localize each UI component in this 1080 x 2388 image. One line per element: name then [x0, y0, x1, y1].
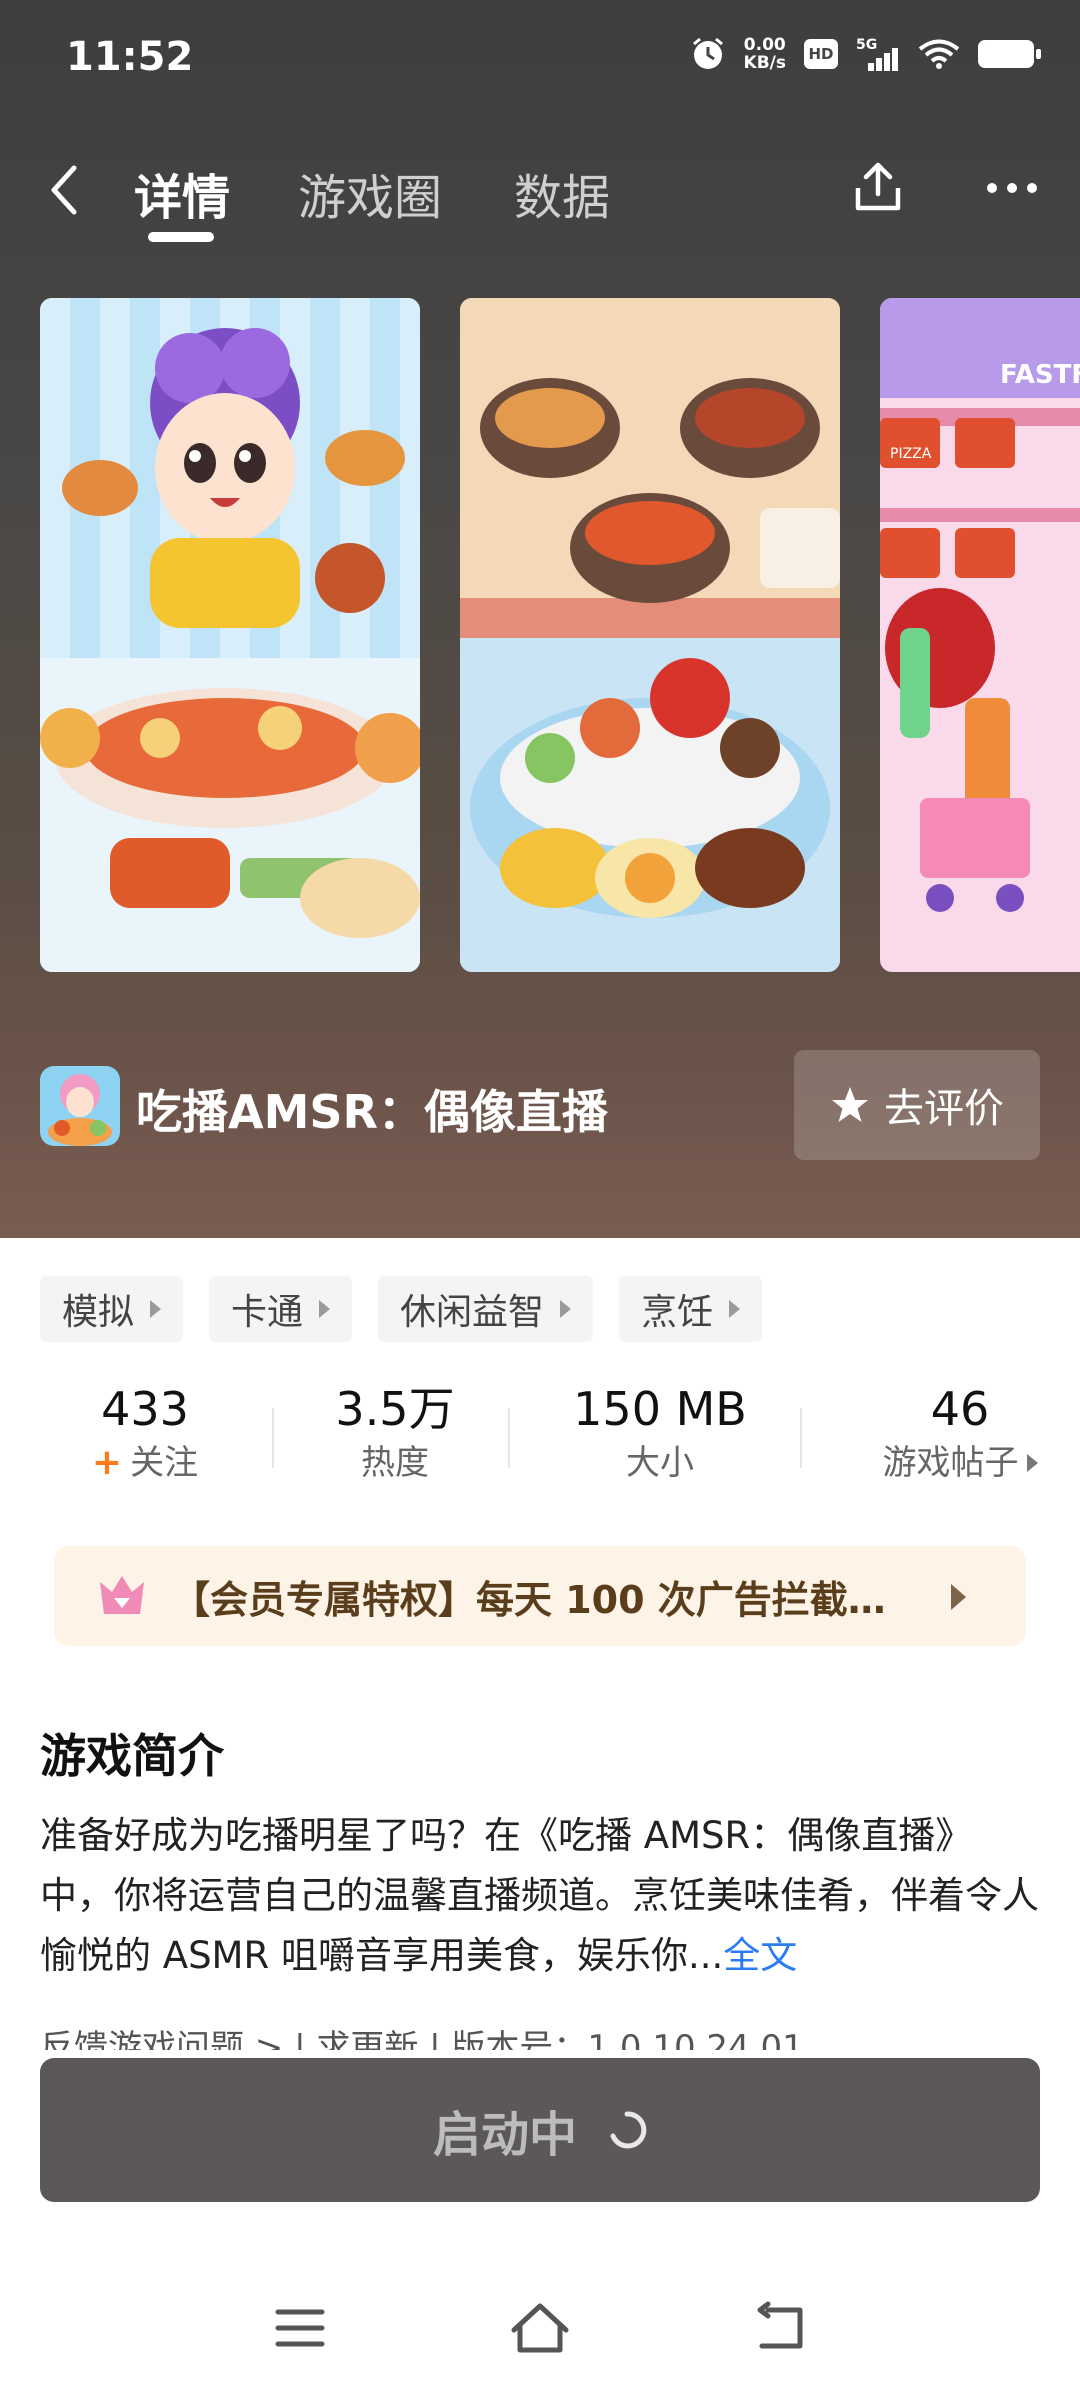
screenshot-3-image: FASTF PIZZA — [880, 298, 1080, 972]
tab-details[interactable]: 详情 — [134, 158, 230, 228]
loading-spinner-icon — [610, 2111, 647, 2149]
net-speed-value: 0.00 — [743, 35, 786, 55]
rate-button-label: 去评价 — [884, 1086, 1004, 1132]
stat-popularity: 3.5万 热度 — [290, 1380, 500, 1488]
signal-label: 5G — [856, 37, 878, 53]
status-bar: 11:52 0.00 KB/s HD 5G — [0, 0, 1080, 120]
stat-size: 150 MB 大小 — [540, 1380, 780, 1488]
section-title-intro: 游戏简介 — [40, 1729, 224, 1783]
divider — [800, 1408, 802, 1468]
tag-label: 卡通 — [231, 1292, 304, 1333]
vip-banner-text: 【会员专属特权】每天 100 次广告拦截… — [172, 1577, 886, 1622]
signal-icon: 5G — [856, 37, 900, 71]
stat-label: 大小 — [626, 1443, 694, 1483]
launch-button[interactable]: 启动中 — [40, 2058, 1040, 2202]
more-options-icon[interactable] — [984, 170, 1040, 206]
screenshot-carousel[interactable]: FASTF PIZZA — [40, 298, 1080, 972]
stat-followers[interactable]: 433 + 关注 — [40, 1380, 250, 1488]
top-nav: 详情 游戏圈 数据 — [0, 140, 1080, 250]
tag-label: 模拟 — [62, 1292, 135, 1333]
screenshot-2[interactable] — [460, 298, 840, 972]
tag-simulation[interactable]: 模拟 — [40, 1276, 184, 1342]
back-arrow-icon[interactable] — [44, 160, 84, 220]
home-icon[interactable] — [508, 2300, 572, 2356]
tag-list: 模拟 卡通 休闲益智 烹饪 — [40, 1276, 763, 1342]
divider — [508, 1408, 510, 1468]
status-time: 11:52 — [66, 34, 194, 80]
chevron-right-icon — [951, 1584, 966, 1610]
stat-value: 433 — [101, 1382, 189, 1436]
tag-cartoon[interactable]: 卡通 — [209, 1276, 353, 1342]
stat-label: 游戏帖子 — [882, 1443, 1019, 1483]
screenshot-2-image — [460, 298, 840, 972]
fast-food-sign: FASTF — [1000, 360, 1080, 390]
chevron-right-icon — [729, 1300, 741, 1318]
back-nav-icon[interactable] — [752, 2300, 808, 2356]
vip-privilege-banner[interactable]: 【会员专属特权】每天 100 次广告拦截… — [54, 1546, 1026, 1646]
intro-description: 准备好成为吃播明星了吗？在《吃播 AMSR：偶像直播》中，你将运营自己的温馨直播… — [40, 1806, 1040, 1986]
screenshot-1-image — [40, 298, 420, 972]
divider — [272, 1408, 274, 1468]
chevron-right-icon — [150, 1300, 162, 1318]
menu-icon[interactable] — [272, 2300, 328, 2356]
status-icons: 0.00 KB/s HD 5G — [690, 36, 1041, 72]
tag-cooking[interactable]: 烹饪 — [619, 1276, 763, 1342]
tag-casual-puzzle[interactable]: 休闲益智 — [378, 1276, 594, 1342]
meta-row: 反馈游戏问题 > | 求更新 | 版本号：1.0.10.24.01 — [40, 2028, 804, 2050]
rate-button[interactable]: 去评价 — [794, 1050, 1040, 1160]
hero-section: 11:52 0.00 KB/s HD 5G 详情 游戏圈 数据 FAST PIZ… — [0, 0, 1080, 1238]
read-more-link[interactable]: 全文 — [723, 1934, 797, 1977]
stat-label: 热度 — [361, 1443, 429, 1483]
star-icon — [832, 1087, 868, 1122]
app-icon-image — [40, 1066, 120, 1146]
chevron-right-icon — [1026, 1454, 1038, 1472]
screenshot-3[interactable]: FASTF PIZZA — [880, 298, 1080, 972]
stat-label: 关注 — [130, 1443, 199, 1483]
stat-value: 150 MB — [573, 1382, 747, 1436]
tag-label: 休闲益智 — [400, 1292, 545, 1333]
stat-game-posts[interactable]: 46 游戏帖子 — [850, 1380, 1070, 1488]
system-nav-bar — [0, 2270, 1080, 2388]
screenshot-1[interactable] — [40, 298, 420, 972]
app-header-row: 吃播AMSR：偶像直播 去评价 — [40, 1050, 1040, 1170]
crown-icon — [100, 1576, 144, 1614]
tab-data[interactable]: 数据 — [514, 158, 610, 228]
launch-button-label: 启动中 — [432, 2107, 577, 2163]
wifi-icon — [918, 39, 960, 69]
pizza-box-label: PIZZA — [890, 446, 932, 462]
stat-value: 3.5万 — [335, 1382, 455, 1436]
app-name: 吃播AMSR：偶像直播 — [136, 1085, 608, 1139]
hd-icon: HD — [804, 39, 838, 69]
network-speed: 0.00 KB/s — [744, 36, 786, 72]
chevron-right-icon — [319, 1300, 331, 1318]
alarm-icon — [692, 37, 723, 69]
stat-value: 46 — [930, 1382, 990, 1436]
share-icon[interactable] — [850, 160, 906, 216]
app-icon — [40, 1066, 120, 1146]
active-tab-indicator — [148, 232, 214, 242]
tag-label: 烹饪 — [641, 1292, 714, 1333]
tab-game-circle[interactable]: 游戏圈 — [298, 158, 442, 228]
chevron-right-icon — [560, 1300, 572, 1318]
battery-icon — [978, 40, 1041, 68]
stats-row: 433 + 关注 3.5万 热度 150 MB 大小 46 游戏帖子 — [0, 1380, 1080, 1500]
plus-icon: + — [91, 1442, 123, 1483]
net-speed-unit: KB/s — [743, 53, 786, 73]
intro-text: 准备好成为吃播明星了吗？在《吃播 AMSR：偶像直播》中，你将运营自己的温馨直播… — [40, 1814, 1039, 1977]
